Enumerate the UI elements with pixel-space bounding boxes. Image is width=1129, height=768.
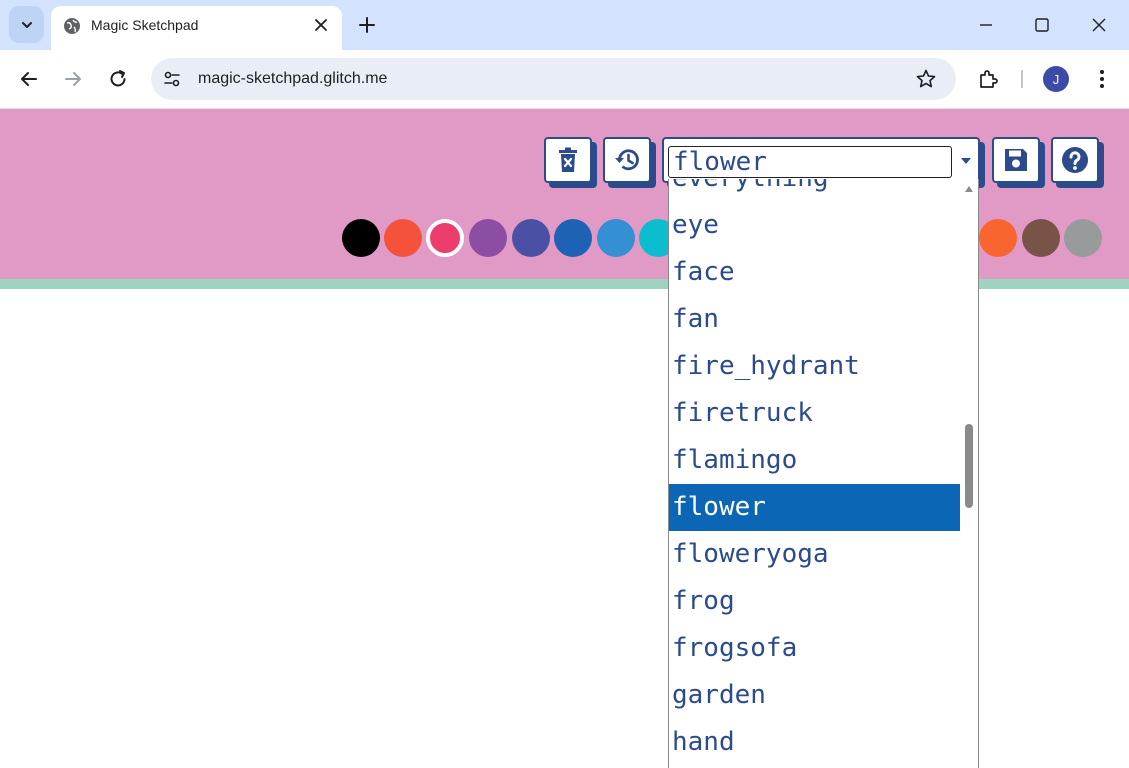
profile-avatar[interactable]: J — [1043, 66, 1069, 92]
color-swatch[interactable] — [384, 219, 422, 257]
toolbar-divider — [1021, 70, 1023, 88]
dropdown-option[interactable]: frogsofa — [669, 625, 960, 672]
bookmark-star-icon[interactable] — [915, 68, 937, 90]
dropdown-scrollbar[interactable] — [960, 179, 978, 768]
browser-toolbar: magic-sketchpad.glitch.me J — [0, 50, 1129, 109]
category-select-value[interactable]: flower — [668, 146, 952, 178]
minimize-icon[interactable] — [974, 13, 998, 37]
color-swatch[interactable] — [979, 219, 1017, 257]
dropdown-option[interactable]: fire_hydrant — [669, 343, 960, 390]
new-tab-plus-icon[interactable] — [356, 14, 378, 36]
color-swatch[interactable] — [597, 219, 635, 257]
color-swatch[interactable] — [1022, 219, 1060, 257]
dropdown-option[interactable]: hand — [669, 719, 960, 766]
tab-bar: Magic Sketchpad — [0, 0, 1129, 50]
save-button[interactable] — [992, 137, 1040, 183]
chevron-down-icon — [21, 21, 32, 28]
history-button[interactable] — [603, 137, 651, 183]
maximize-icon[interactable] — [1030, 13, 1054, 37]
url-text[interactable]: magic-sketchpad.glitch.me — [198, 70, 387, 88]
floppy-disk-icon — [1005, 149, 1027, 171]
browser-tab[interactable]: Magic Sketchpad — [51, 6, 342, 50]
dropdown-option[interactable]: eye — [669, 202, 960, 249]
trash-x-icon — [559, 147, 577, 172]
site-settings-icon[interactable] — [162, 69, 182, 89]
category-select[interactable]: flower — [662, 137, 980, 183]
dropdown-option[interactable]: garden — [669, 672, 960, 719]
more-menu-icon[interactable] — [1090, 67, 1114, 91]
help-button[interactable] — [1051, 137, 1099, 183]
color-swatch[interactable] — [342, 219, 380, 257]
question-mark-icon — [1062, 147, 1088, 173]
color-swatch[interactable] — [426, 219, 464, 257]
category-dropdown-list[interactable]: everythingeyefacefanfire_hydrantfiretruc… — [668, 179, 979, 768]
dropdown-option[interactable]: flower — [669, 484, 960, 531]
tab-title: Magic Sketchpad — [91, 17, 199, 33]
history-icon — [615, 149, 639, 171]
scroll-up-arrow-icon[interactable] — [964, 185, 974, 193]
color-swatch[interactable] — [469, 219, 507, 257]
back-arrow-icon[interactable] — [17, 67, 41, 91]
forward-arrow-icon[interactable] — [61, 67, 85, 91]
close-tab-icon[interactable] — [313, 17, 329, 33]
dropdown-option[interactable]: fan — [669, 296, 960, 343]
dropdown-option[interactable]: floweryoga — [669, 531, 960, 578]
clear-button[interactable] — [544, 137, 592, 183]
reload-icon[interactable] — [106, 67, 130, 91]
address-bar[interactable]: magic-sketchpad.glitch.me — [151, 58, 956, 100]
dropdown-option[interactable]: frog — [669, 578, 960, 625]
tab-search-button[interactable] — [9, 6, 44, 43]
color-swatch[interactable] — [512, 219, 550, 257]
dropdown-options: everythingeyefacefanfire_hydrantfiretruc… — [669, 179, 960, 766]
scrollbar-thumb[interactable] — [965, 424, 973, 508]
dropdown-arrow-icon[interactable] — [960, 157, 972, 165]
extensions-puzzle-icon[interactable] — [976, 67, 1000, 91]
dropdown-option[interactable]: firetruck — [669, 390, 960, 437]
dropdown-option[interactable]: face — [669, 249, 960, 296]
globe-icon — [64, 18, 80, 34]
dropdown-option[interactable]: everything — [669, 179, 960, 202]
dropdown-option[interactable]: flamingo — [669, 437, 960, 484]
color-swatch[interactable] — [554, 219, 592, 257]
close-window-icon[interactable] — [1087, 13, 1111, 37]
color-swatch[interactable] — [1064, 219, 1102, 257]
